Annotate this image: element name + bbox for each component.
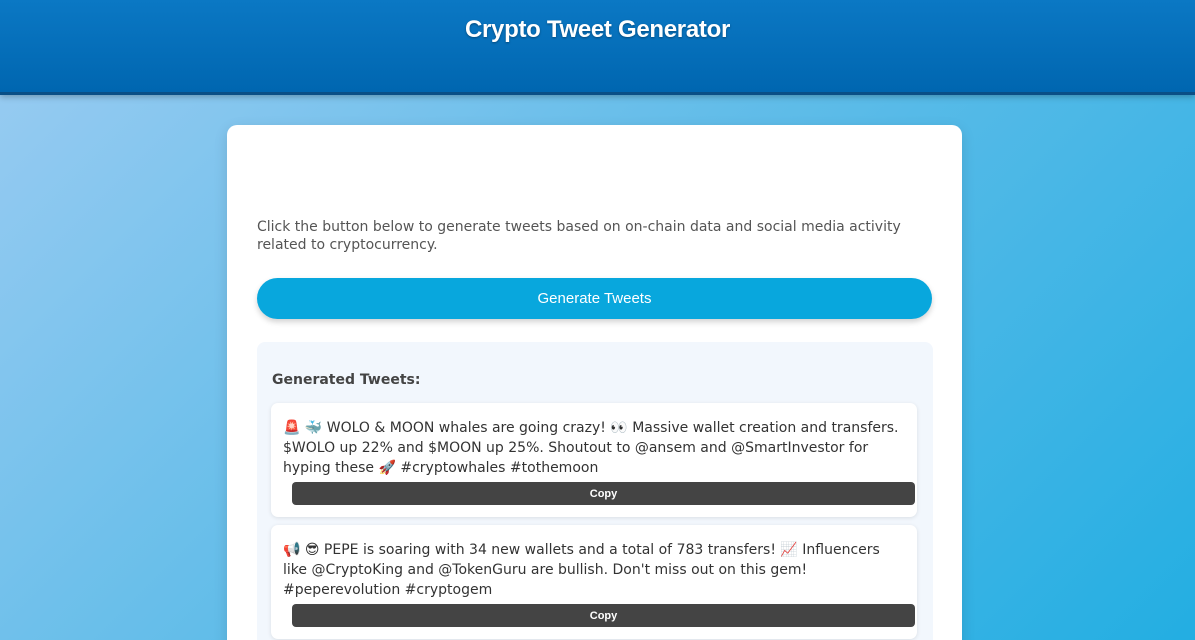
generate-tweets-button[interactable]: Generate Tweets [257,278,932,319]
results-title: Generated Tweets: [272,372,421,388]
tweet-text: 🚨 🐳 WOLO & MOON whales are going crazy! … [283,420,899,476]
tweet-card: 📢 😎 PEPE is soaring with 34 new wallets … [271,525,917,639]
page-title: Crypto Tweet Generator [464,16,730,43]
intro-text: Click the button below to generate tweet… [257,219,901,253]
results-panel: Generated Tweets: 🚨 🐳 WOLO & MOON whales… [257,342,933,640]
copy-button[interactable]: Copy [292,604,915,627]
tweet-text: 📢 😎 PEPE is soaring with 34 new wallets … [283,542,880,598]
tweet-card: 🚨 🐳 WOLO & MOON whales are going crazy! … [271,403,917,517]
app-header: Crypto Tweet Generator [0,0,1195,95]
copy-button[interactable]: Copy [292,482,915,505]
main-card: Click the button below to generate tweet… [227,125,962,640]
